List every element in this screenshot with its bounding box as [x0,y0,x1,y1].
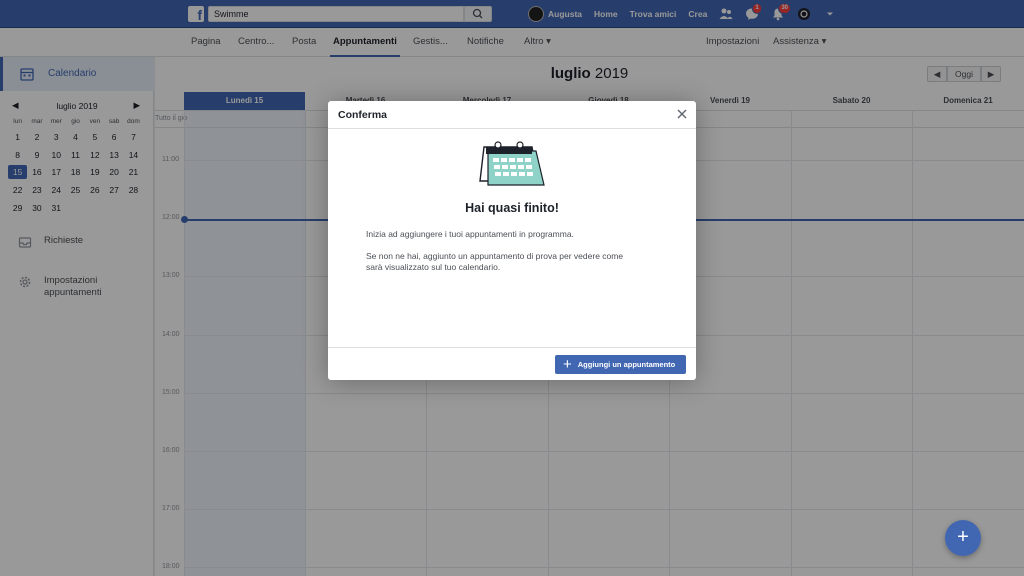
close-icon[interactable] [675,107,689,121]
dialog-text-line1: Se non ne hai, aggiunto un appuntamento … [366,251,624,261]
calendar-illustration-icon [479,141,545,186]
add-appointment-label: Aggiungi un appuntamento [577,360,676,369]
dialog-title: Conferma [338,109,388,121]
dialog-text-line2: sarà visualizzato sul tuo calendario. [366,262,501,272]
dialog-footer: + Aggiungi un appuntamento [328,347,696,380]
create-appointment-fab[interactable]: + [945,520,981,556]
plus-icon: + [563,356,572,373]
dialog-text: Se non ne hai, aggiunto un appuntamento … [366,251,666,273]
confirm-dialog: Conferma Hai quasi finito! Inizia ad agg… [328,101,696,380]
dialog-heading: Hai quasi finito! [465,201,559,215]
add-appointment-button[interactable]: + Aggiungi un appuntamento [555,355,686,374]
dialog-text: Inizia ad aggiungere i tuoi appuntamenti… [366,229,574,239]
dialog-header: Conferma [328,101,696,129]
